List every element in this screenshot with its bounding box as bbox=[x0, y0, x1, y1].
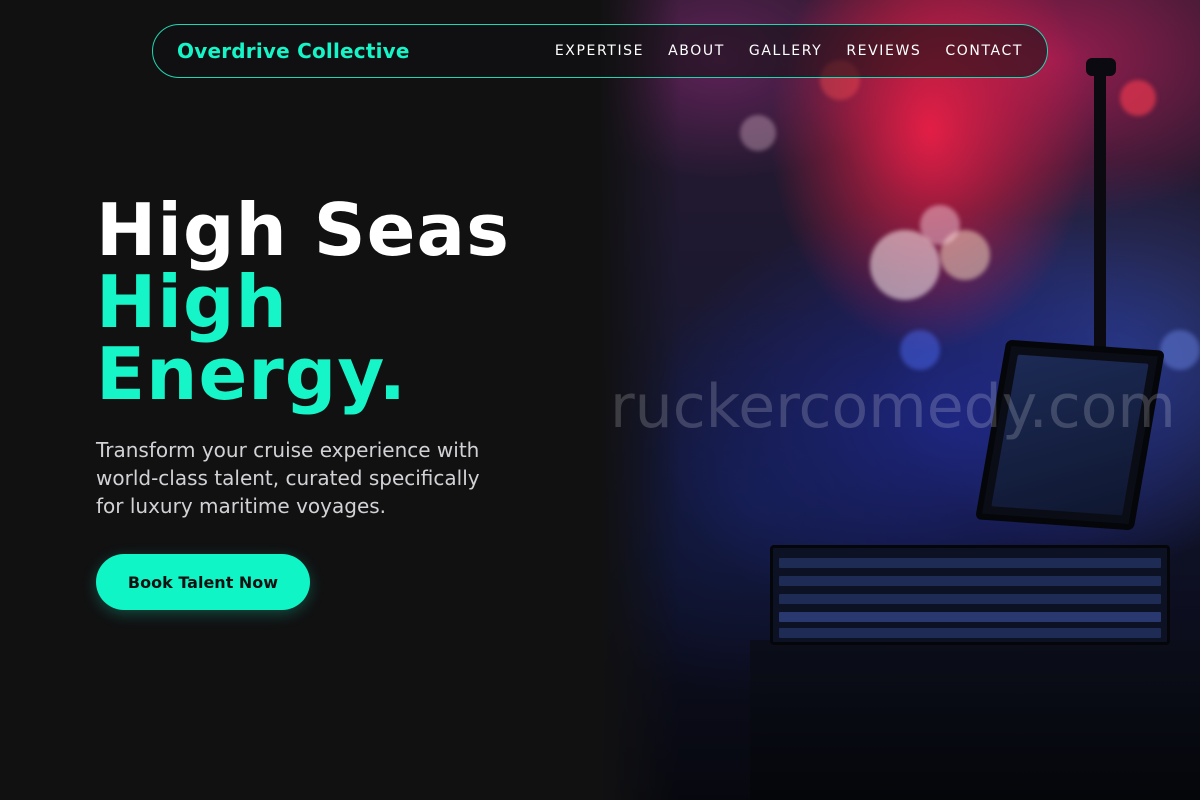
mixing-console bbox=[770, 545, 1170, 645]
nav-link-about[interactable]: ABOUT bbox=[668, 43, 725, 59]
nav-links: EXPERTISE ABOUT GALLERY REVIEWS CONTACT bbox=[555, 43, 1023, 59]
hero-title-line2: High bbox=[96, 260, 288, 344]
microphone-stand bbox=[1094, 62, 1106, 362]
hero-section: High Seas High Energy. Transform your cr… bbox=[96, 194, 566, 610]
brand-logo-link[interactable]: Overdrive Collective bbox=[177, 39, 410, 63]
nav-link-gallery[interactable]: GALLERY bbox=[749, 43, 822, 59]
hero-title-line1: High Seas bbox=[96, 188, 510, 272]
stage-light bbox=[900, 330, 940, 370]
stage-light bbox=[1160, 330, 1200, 370]
nav-link-contact[interactable]: CONTACT bbox=[945, 43, 1023, 59]
stage-light bbox=[740, 115, 776, 151]
watermark-text: ruckercomedy.com bbox=[610, 372, 1176, 442]
nav-link-reviews[interactable]: REVIEWS bbox=[846, 43, 921, 59]
hero-title: High Seas High Energy. bbox=[96, 194, 566, 410]
book-talent-button[interactable]: Book Talent Now bbox=[96, 554, 310, 610]
top-navigation: Overdrive Collective EXPERTISE ABOUT GAL… bbox=[152, 24, 1048, 78]
console-desk bbox=[750, 640, 1200, 800]
stage-light bbox=[920, 205, 960, 245]
stage-light bbox=[1120, 80, 1156, 116]
nav-link-expertise[interactable]: EXPERTISE bbox=[555, 43, 644, 59]
hero-title-line3: Energy. bbox=[96, 332, 407, 416]
hero-subtitle: Transform your cruise experience with wo… bbox=[96, 438, 480, 518]
